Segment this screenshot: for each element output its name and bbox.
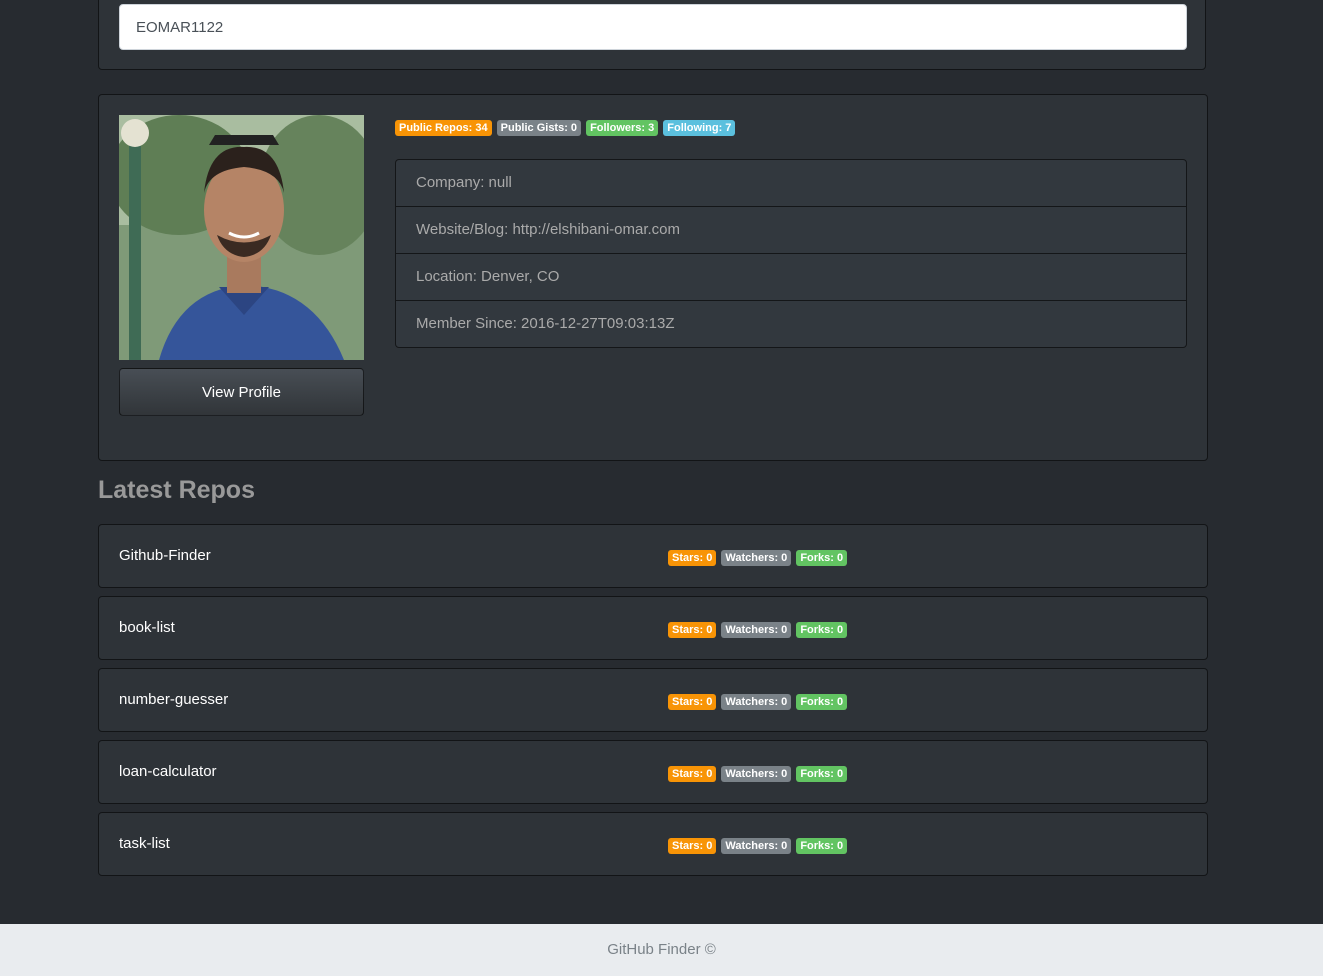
following-badge: Following: 7 [663, 120, 736, 136]
footer-text: GitHub Finder © [607, 941, 716, 958]
repo-link[interactable]: task-list [119, 835, 170, 852]
profile-card: View Profile Public Repos: 34 Public Gis… [98, 94, 1208, 461]
forks-badge: Forks: 0 [796, 622, 848, 638]
stars-badge: Stars: 0 [668, 622, 717, 638]
stars-badge: Stars: 0 [668, 694, 717, 710]
search-card [98, 0, 1206, 70]
stars-badge: Stars: 0 [668, 766, 717, 782]
public-gists-badge: Public Gists: 0 [496, 120, 582, 136]
followers-badge: Followers: 3 [586, 120, 659, 136]
footer: GitHub Finder © [0, 924, 1323, 976]
watchers-badge: Watchers: 0 [721, 622, 792, 638]
repo-card: Github-Finder Stars: 0 Watchers: 0 Forks… [98, 524, 1208, 588]
company-info: Company: null [396, 160, 1186, 207]
repo-card: number-guesser Stars: 0 Watchers: 0 Fork… [98, 668, 1208, 732]
member-since-info: Member Since: 2016-12-27T09:03:13Z [416, 315, 675, 332]
avatar [119, 115, 364, 360]
watchers-badge: Watchers: 0 [721, 694, 792, 710]
stars-badge: Stars: 0 [668, 550, 717, 566]
forks-badge: Forks: 0 [796, 766, 848, 782]
repo-badges: Stars: 0 Watchers: 0 Forks: 0 [668, 766, 848, 782]
repo-badges: Stars: 0 Watchers: 0 Forks: 0 [668, 838, 848, 854]
latest-repos-title: Latest Repos [98, 476, 255, 504]
view-profile-button[interactable]: View Profile [119, 368, 364, 416]
repo-card: loan-calculator Stars: 0 Watchers: 0 For… [98, 740, 1208, 804]
profile-info-list: Company: null Website/Blog: http://elshi… [395, 159, 1187, 348]
page: View Profile Public Repos: 34 Public Gis… [0, 0, 1323, 976]
public-repos-badge: Public Repos: 34 [395, 120, 492, 136]
profile-badges: Public Repos: 34 Public Gists: 0 Followe… [395, 120, 736, 136]
forks-badge: Forks: 0 [796, 550, 848, 566]
location-info: Location: Denver, CO [396, 254, 1186, 301]
forks-badge: Forks: 0 [796, 694, 848, 710]
repo-link[interactable]: Github-Finder [119, 547, 211, 564]
forks-badge: Forks: 0 [796, 838, 848, 854]
repo-link[interactable]: number-guesser [119, 691, 228, 708]
website-info: Website/Blog: http://elshibani-omar.com [396, 207, 1186, 254]
watchers-badge: Watchers: 0 [721, 766, 792, 782]
watchers-badge: Watchers: 0 [721, 838, 792, 854]
repo-badges: Stars: 0 Watchers: 0 Forks: 0 [668, 550, 848, 566]
repo-badges: Stars: 0 Watchers: 0 Forks: 0 [668, 694, 848, 710]
search-input[interactable] [119, 4, 1187, 50]
avatar-photo [119, 115, 364, 360]
repo-card: task-list Stars: 0 Watchers: 0 Forks: 0 [98, 812, 1208, 876]
stars-badge: Stars: 0 [668, 838, 717, 854]
repo-link[interactable]: book-list [119, 619, 175, 636]
watchers-badge: Watchers: 0 [721, 550, 792, 566]
repo-badges: Stars: 0 Watchers: 0 Forks: 0 [668, 622, 848, 638]
repo-card: book-list Stars: 0 Watchers: 0 Forks: 0 [98, 596, 1208, 660]
repo-link[interactable]: loan-calculator [119, 763, 217, 780]
